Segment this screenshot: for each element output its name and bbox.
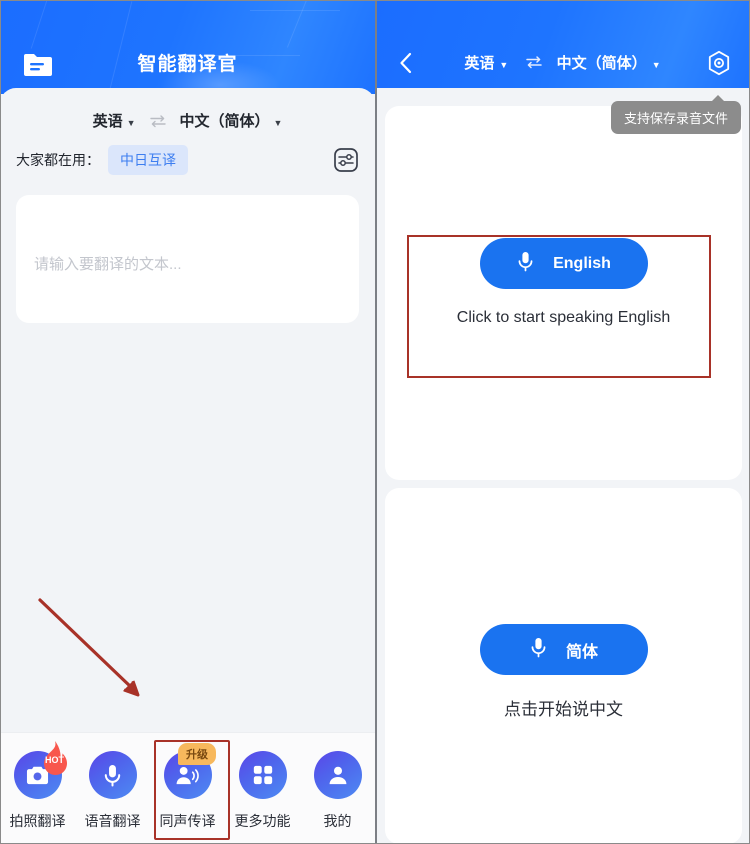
bottom-navigation: HOT 拍照翻译 语音翻译 升级 同声传译 更多功能 我的: [0, 732, 375, 844]
upgrade-badge: 升级: [178, 743, 216, 765]
microphone-icon[interactable]: [88, 751, 137, 799]
right-content-area: 支持保存录音文件 English Click to start speaking…: [377, 88, 750, 844]
popular-pair-chip[interactable]: 中日互译: [108, 145, 188, 175]
hot-badge-label: HOT: [45, 755, 64, 765]
tooltip-text: 支持保存录音文件: [623, 111, 728, 126]
chinese-mic-button-label: 简体: [565, 643, 598, 661]
nav-item-more-features[interactable]: 更多功能: [225, 751, 300, 831]
right-language-selector-bar: 英语 ▼ 中文（简体） ▼: [377, 52, 750, 74]
left-phone-panel: 智能翻译官 英语 ▼ 中文（简体） ▼ 大家都在用： 中日互译 请输入要翻译的文…: [0, 0, 375, 844]
chinese-speak-group: 简体 点击开始说中文: [385, 624, 742, 720]
language-selector-bar: 英语 ▼ 中文（简体） ▼: [0, 88, 375, 131]
microphone-icon: [516, 250, 535, 278]
nav-label-simultaneous-interpretation: 同声传译: [159, 813, 216, 829]
user-profile-icon[interactable]: [313, 751, 362, 799]
popular-pairs-row: 大家都在用： 中日互译: [0, 131, 375, 175]
nav-item-profile[interactable]: 我的: [300, 751, 375, 831]
target-language-selector[interactable]: 中文（简体） ▼: [180, 110, 283, 131]
chinese-speak-hint: 点击开始说中文: [504, 700, 623, 719]
chevron-down-icon: ▼: [651, 60, 661, 70]
right-app-header: 英语 ▼ 中文（简体） ▼: [377, 0, 750, 94]
source-language-selector[interactable]: 英语 ▼: [93, 110, 136, 131]
nav-label-photo-translate: 拍照翻译: [9, 813, 66, 829]
nav-label-more-features: 更多功能: [234, 813, 291, 829]
right-target-language-selector[interactable]: 中文（简体） ▼: [557, 55, 663, 72]
annotation-arrow: [20, 588, 200, 718]
chinese-speak-card: 简体 点击开始说中文: [385, 488, 742, 844]
right-phone-panel: 英语 ▼ 中文（简体） ▼ 支持保存录音文件 English Click to …: [375, 0, 750, 844]
english-speak-card: English Click to start speaking English: [385, 106, 742, 480]
right-source-language-selector[interactable]: 英语 ▼: [464, 55, 514, 72]
chevron-down-icon: ▼: [273, 118, 283, 128]
save-recording-tooltip: 支持保存录音文件: [610, 95, 741, 134]
english-speak-group: English Click to start speaking English: [385, 238, 742, 327]
chevron-down-icon: ▼: [126, 118, 136, 128]
nav-item-voice-translate[interactable]: 语音翻译: [75, 751, 150, 831]
chinese-mic-button[interactable]: 简体: [479, 624, 648, 675]
nav-item-simultaneous-interpretation[interactable]: 升级 同声传译: [150, 743, 225, 831]
microphone-icon: [529, 636, 548, 664]
nav-label-profile: 我的: [323, 813, 352, 829]
translate-input-placeholder: 请输入要翻译的文本...: [34, 256, 182, 273]
nav-label-voice-translate: 语音翻译: [84, 813, 141, 829]
translate-input-card[interactable]: 请输入要翻译的文本...: [16, 195, 359, 323]
grid-apps-icon[interactable]: [238, 751, 287, 799]
hex-gear-icon[interactable]: [706, 50, 732, 76]
popular-label: 大家都在用：: [16, 152, 100, 168]
left-app-header: 智能翻译官: [0, 0, 375, 94]
sliders-icon[interactable]: [333, 147, 359, 173]
app-screenshot: 智能翻译官 英语 ▼ 中文（简体） ▼ 大家都在用： 中日互译 请输入要翻译的文…: [0, 0, 750, 844]
swap-arrows-icon[interactable]: [148, 113, 168, 129]
swap-arrows-icon[interactable]: [524, 54, 544, 74]
english-speak-hint: Click to start speaking English: [456, 309, 671, 326]
hot-flame-badge: HOT: [35, 740, 75, 780]
page-title: 智能翻译官: [137, 54, 238, 75]
chevron-down-icon: ▼: [499, 60, 509, 70]
english-mic-button[interactable]: English: [479, 238, 648, 289]
nav-item-photo-translate[interactable]: HOT 拍照翻译: [0, 741, 75, 831]
tooltip-pointer: [711, 95, 725, 102]
left-content-sheet: 英语 ▼ 中文（简体） ▼ 大家都在用： 中日互译 请输入要翻译的文本...: [0, 88, 375, 844]
english-mic-button-label: English: [553, 254, 611, 272]
